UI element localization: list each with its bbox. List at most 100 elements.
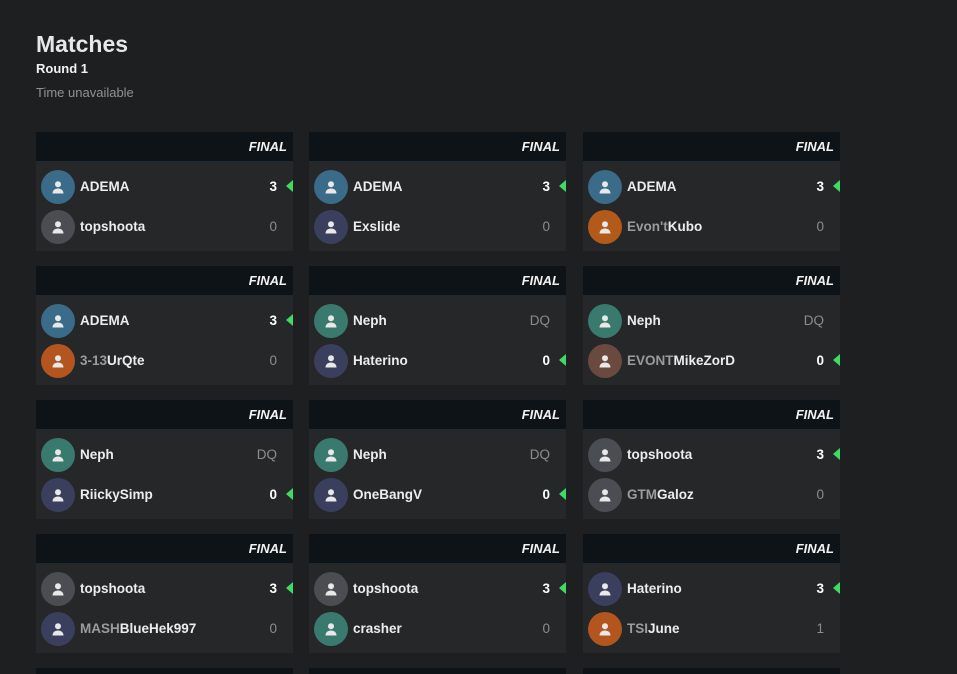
player-name[interactable]: ADEMA [627, 179, 677, 194]
player-row[interactable]: Haterino 0 [309, 340, 566, 380]
player-row[interactable]: Neph DQ [309, 300, 566, 340]
player-name[interactable]: MASHBlueHek997 [80, 621, 196, 636]
player-row[interactable]: crasher 0 [309, 608, 566, 648]
match-card[interactable]: FINAL ADEMA 3 3-13UrQte 0 [36, 266, 293, 385]
player-score: 3 [816, 179, 824, 194]
player-row[interactable]: Exslide 0 [309, 206, 566, 246]
player-name[interactable]: crasher [353, 621, 402, 636]
player-name[interactable]: topshoota [627, 447, 692, 462]
match-card-partial[interactable] [309, 668, 566, 674]
match-card-header: FINAL [583, 132, 840, 162]
player-score: 0 [269, 621, 277, 636]
player-row[interactable]: ADEMA 3 [36, 300, 293, 340]
match-card[interactable]: FINAL Neph DQ Haterino 0 [309, 266, 566, 385]
player-team-prefix: Evon't [627, 219, 668, 234]
player-name[interactable]: Neph [353, 313, 387, 328]
player-score: 3 [269, 313, 277, 328]
player-name[interactable]: Neph [80, 447, 114, 462]
match-status: FINAL [248, 273, 287, 288]
match-card-header: FINAL [309, 132, 566, 162]
user-avatar-icon [314, 344, 348, 378]
player-name-text: Neph [353, 313, 387, 328]
player-name[interactable]: Haterino [353, 353, 408, 368]
player-row[interactable]: ADEMA 3 [583, 166, 840, 206]
match-card[interactable]: FINAL ADEMA 3 topshoota 0 [36, 132, 293, 251]
match-status: FINAL [795, 407, 834, 422]
winner-indicator-icon [559, 180, 566, 192]
player-name[interactable]: Neph [353, 447, 387, 462]
player-row[interactable]: MASHBlueHek997 0 [36, 608, 293, 648]
player-name[interactable]: Neph [627, 313, 661, 328]
match-card[interactable]: FINAL ADEMA 3 Evon'tKubo 0 [583, 132, 840, 251]
player-score: 3 [542, 581, 550, 596]
player-name-text: Galoz [657, 487, 694, 502]
winner-indicator-icon [833, 354, 840, 366]
match-card-partial[interactable] [36, 668, 293, 674]
player-name[interactable]: RiickySimp [80, 487, 153, 502]
match-status: FINAL [521, 139, 560, 154]
player-row[interactable]: topshoota 0 [36, 206, 293, 246]
player-name[interactable]: topshoota [80, 219, 145, 234]
player-name[interactable]: Exslide [353, 219, 400, 234]
match-card-header: FINAL [309, 400, 566, 430]
page-header: Matches Round 1 Time unavailable [36, 30, 134, 101]
player-name[interactable]: ADEMA [80, 179, 130, 194]
player-name[interactable]: topshoota [353, 581, 418, 596]
player-name[interactable]: 3-13UrQte [80, 353, 145, 368]
player-score: 3 [816, 447, 824, 462]
player-row[interactable]: Haterino 3 [583, 568, 840, 608]
player-row[interactable]: GTMGaloz 0 [583, 474, 840, 514]
match-status: FINAL [521, 541, 560, 556]
player-name-text: topshoota [353, 581, 419, 596]
player-name[interactable]: OneBangV [353, 487, 422, 502]
player-row[interactable]: TSIJune 1 [583, 608, 840, 648]
player-name-text: Neph [80, 447, 114, 462]
player-name[interactable]: ADEMA [80, 313, 130, 328]
match-card[interactable]: FINAL ADEMA 3 Exslide 0 [309, 132, 566, 251]
player-name[interactable]: Evon'tKubo [627, 219, 702, 234]
player-name[interactable]: topshoota [80, 581, 145, 596]
player-row[interactable]: RiickySimp 0 [36, 474, 293, 514]
match-card[interactable]: FINAL Neph DQ RiickySimp 0 [36, 400, 293, 519]
player-score: 0 [542, 487, 550, 502]
player-name[interactable]: GTMGaloz [627, 487, 694, 502]
match-status: FINAL [521, 407, 560, 422]
player-row[interactable]: ADEMA 3 [36, 166, 293, 206]
match-card-partial[interactable] [583, 668, 840, 674]
player-score: 3 [269, 179, 277, 194]
user-avatar-icon [314, 438, 348, 472]
user-avatar-icon [41, 210, 75, 244]
player-name[interactable]: EVONTMikeZorD [627, 353, 735, 368]
match-card[interactable]: FINAL topshoota 3 crasher 0 [309, 534, 566, 653]
user-avatar-icon [314, 210, 348, 244]
player-score: 3 [269, 581, 277, 596]
match-status: FINAL [795, 139, 834, 154]
user-avatar-icon [588, 572, 622, 606]
player-name[interactable]: TSIJune [627, 621, 680, 636]
player-name-text: Neph [627, 313, 661, 328]
player-score: DQ [256, 447, 277, 462]
player-row[interactable]: topshoota 3 [583, 434, 840, 474]
player-team-prefix: MASH [80, 621, 120, 636]
player-name[interactable]: ADEMA [353, 179, 403, 194]
match-card[interactable]: FINAL topshoota 3 MASHBlueHek997 0 [36, 534, 293, 653]
player-row[interactable]: OneBangV 0 [309, 474, 566, 514]
user-avatar-icon [588, 344, 622, 378]
match-card[interactable]: FINAL Neph DQ OneBangV 0 [309, 400, 566, 519]
player-row[interactable]: ADEMA 3 [309, 166, 566, 206]
player-row[interactable]: Neph DQ [309, 434, 566, 474]
match-card[interactable]: FINAL topshoota 3 GTMGaloz 0 [583, 400, 840, 519]
user-avatar-icon [588, 438, 622, 472]
player-row[interactable]: 3-13UrQte 0 [36, 340, 293, 380]
player-row[interactable]: Neph DQ [583, 300, 840, 340]
player-row[interactable]: topshoota 3 [36, 568, 293, 608]
player-row[interactable]: Evon'tKubo 0 [583, 206, 840, 246]
match-card[interactable]: FINAL Haterino 3 TSIJune 1 [583, 534, 840, 653]
player-name[interactable]: Haterino [627, 581, 682, 596]
match-card[interactable]: FINAL Neph DQ EVONTMikeZorD 0 [583, 266, 840, 385]
match-status: FINAL [248, 139, 287, 154]
match-status: FINAL [795, 541, 834, 556]
player-row[interactable]: topshoota 3 [309, 568, 566, 608]
player-row[interactable]: EVONTMikeZorD 0 [583, 340, 840, 380]
player-row[interactable]: Neph DQ [36, 434, 293, 474]
